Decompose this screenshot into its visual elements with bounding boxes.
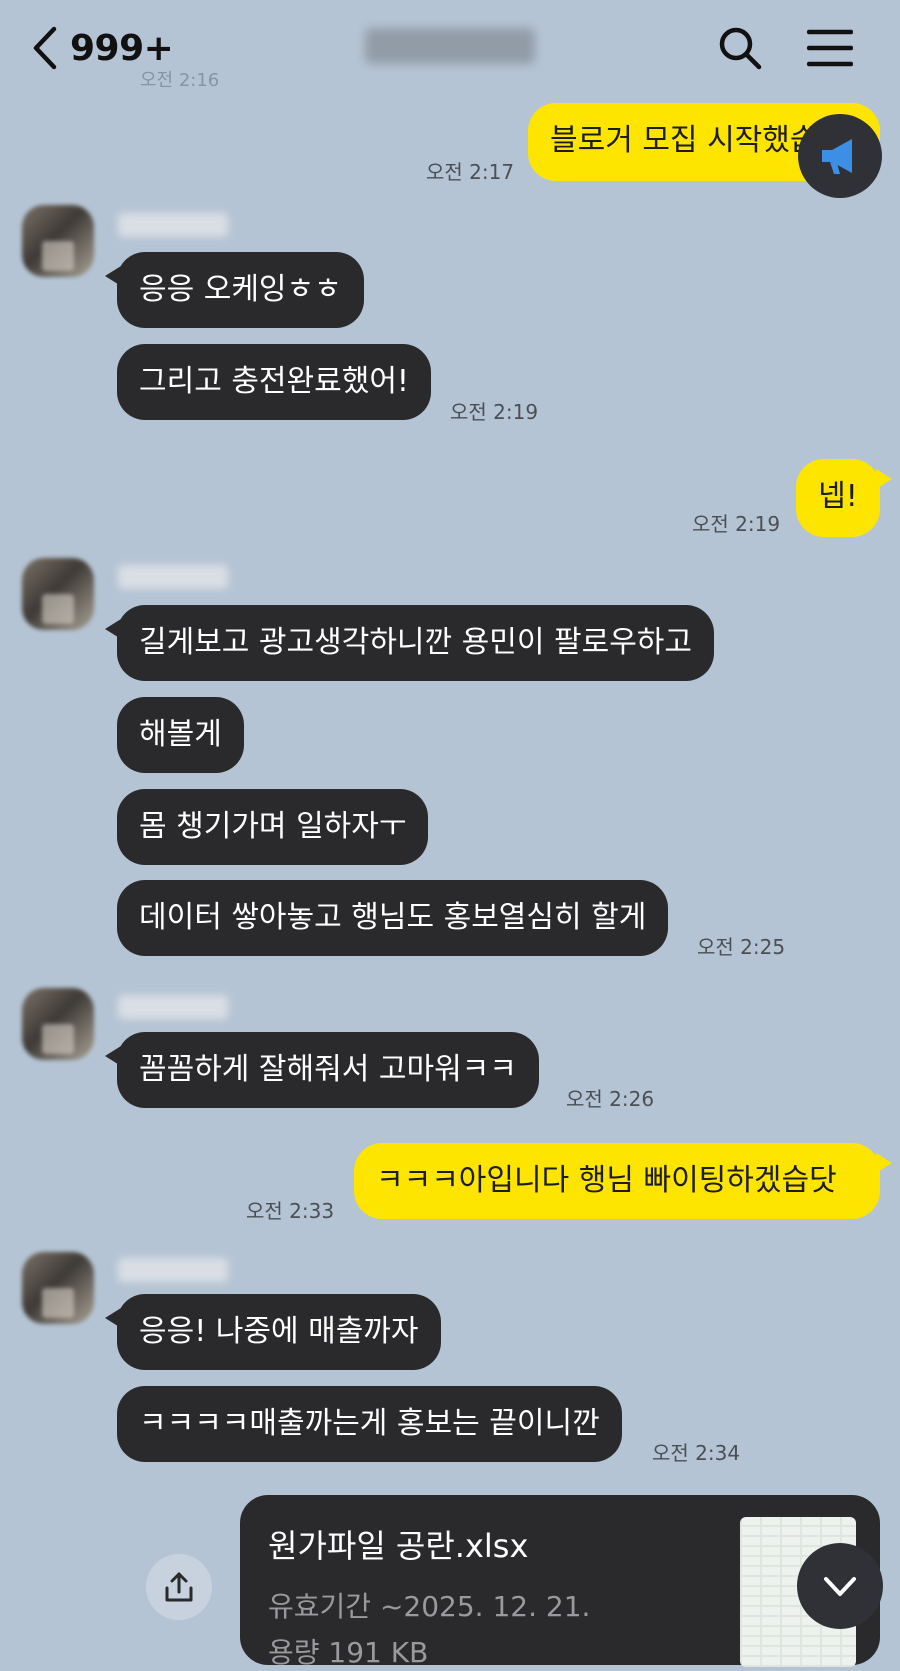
message-text: ㅋㅋㅋㅋ매출까는게 홍보는 끝이니깐 <box>139 1406 600 1441</box>
message-bubble-theirs[interactable]: 그리고 충전완료했어! <box>117 344 431 420</box>
message-text: 응응 오케잉ㅎㅎ <box>139 272 342 307</box>
search-icon <box>719 27 762 70</box>
file-attachment[interactable]: 원가파일 공란.xlsx 유효기간 ~2025. 12. 21. 용량 191 … <box>240 1495 880 1669</box>
message-text: 길게보고 광고생각하니깐 용민이 팔로우하고 <box>139 625 693 660</box>
file-name: 원가파일 공란.xlsx <box>268 1527 529 1565</box>
message-bubble-theirs[interactable]: 응응! 나중에 매출까자 <box>105 1294 441 1370</box>
notice-button[interactable] <box>798 114 882 198</box>
message-bubble-theirs[interactable]: 해볼게 <box>117 697 244 773</box>
message-text: 응응! 나중에 매출까자 <box>139 1314 419 1349</box>
message-text: ㅋㅋㅋ아입니다 행님 빠이팅하겠습닷 <box>376 1163 837 1198</box>
message-bubble-theirs[interactable]: 길게보고 광고생각하니깐 용민이 팔로우하고 <box>104 605 715 681</box>
message-text: 넵! <box>818 479 858 514</box>
message-bubble-theirs[interactable]: 꼼꼼하게 잘해줘서 고마워ㅋㅋ <box>105 1032 539 1108</box>
avatar[interactable] <box>22 558 94 630</box>
sender-name-blurred <box>118 565 228 589</box>
message-text: 몸 챙기가며 일하자ㅜ <box>139 809 407 844</box>
message-time: 오전 2:33 <box>246 1199 335 1223</box>
megaphone-icon <box>822 139 852 174</box>
message-bubble-theirs[interactable]: 데이터 쌓아놓고 행님도 홍보열심히 할게 <box>117 880 669 956</box>
message-time: 오전 2:19 <box>450 400 539 424</box>
message-time: 오전 2:17 <box>426 160 515 184</box>
share-button[interactable] <box>146 1554 212 1620</box>
menu-button[interactable] <box>800 18 860 78</box>
avatar[interactable] <box>22 205 94 277</box>
chat-title-blurred <box>365 28 535 64</box>
search-button[interactable] <box>710 18 770 78</box>
message-text: 해볼게 <box>139 717 222 752</box>
file-expiry: 유효기간 ~2025. 12. 21. <box>268 1590 591 1623</box>
chevron-down-icon <box>824 1577 856 1596</box>
message-bubble-theirs[interactable]: 몸 챙기가며 일하자ㅜ <box>117 789 429 865</box>
message-time: 오전 2:25 <box>697 935 786 959</box>
message-bubble-theirs[interactable]: 응응 오케잉ㅎㅎ <box>105 252 364 328</box>
message-time: 오전 2:19 <box>692 512 781 536</box>
message-bubble-theirs[interactable]: ㅋㅋㅋㅋ매출까는게 홍보는 끝이니깐 <box>117 1386 622 1462</box>
menu-icon <box>807 29 853 67</box>
unread-count: 999+ <box>70 27 174 69</box>
ghost-timestamp: 오전 2:16 <box>140 70 220 91</box>
share-icon <box>165 1572 193 1602</box>
message-bubble-mine[interactable]: ㅋㅋㅋ아입니다 행님 빠이팅하겠습닷 <box>354 1143 892 1219</box>
back-chevron-icon <box>33 26 57 70</box>
avatar[interactable] <box>22 1252 94 1324</box>
message-bubble-mine[interactable]: 넵! <box>796 459 892 537</box>
avatar[interactable] <box>22 988 94 1060</box>
message-text: 그리고 충전완료했어! <box>139 364 409 399</box>
sender-name-blurred <box>118 1258 228 1282</box>
sender-name-blurred <box>118 213 228 237</box>
message-time: 오전 2:26 <box>566 1087 655 1111</box>
message-text: 꼼꼼하게 잘해줘서 고마워ㅋㅋ <box>139 1052 517 1087</box>
message-text: 데이터 쌓아놓고 행님도 홍보열심히 할게 <box>139 900 647 935</box>
message-time: 오전 2:34 <box>652 1441 741 1465</box>
scroll-to-bottom-button[interactable] <box>797 1543 883 1629</box>
file-size: 용량 191 KB <box>268 1636 429 1669</box>
sender-name-blurred <box>118 995 228 1019</box>
